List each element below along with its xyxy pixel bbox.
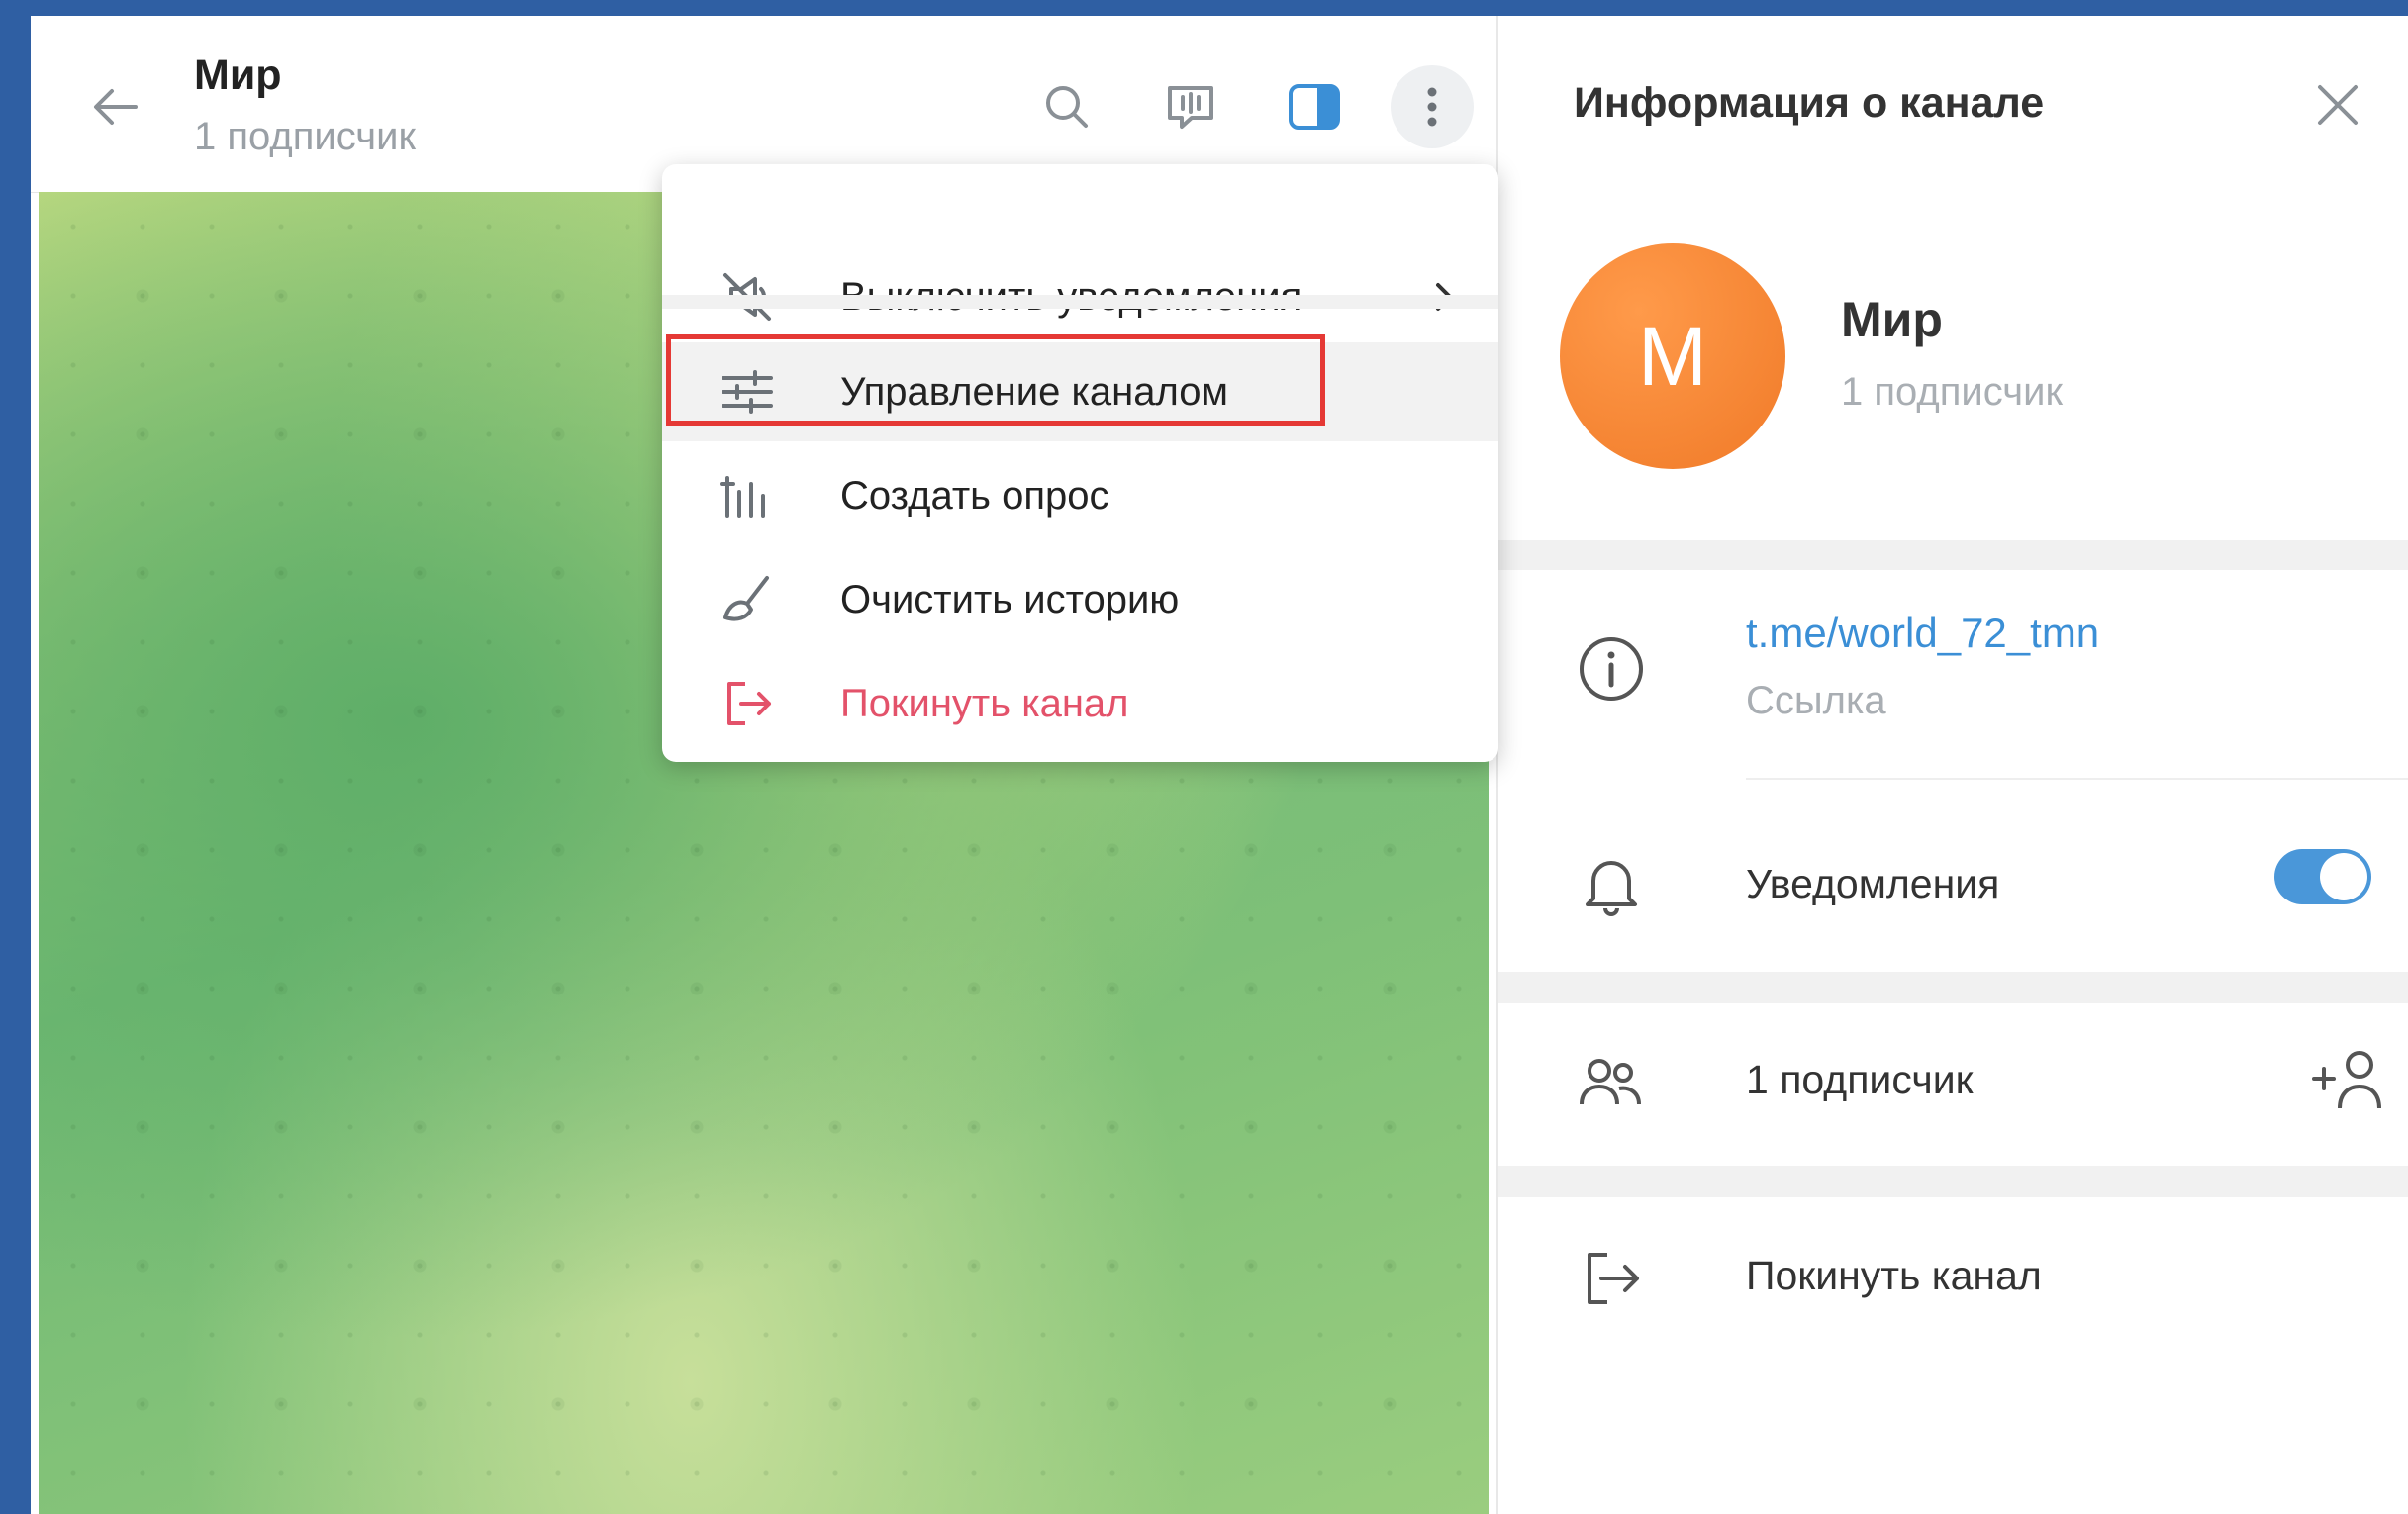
menu-item-create-poll[interactable]: Создать опрос [662,446,1498,545]
chat-title[interactable]: Мир [194,51,282,100]
leave-icon [1574,1241,1649,1316]
channel-name: Мир [1841,292,1943,347]
close-icon[interactable] [2310,77,2365,133]
more-button[interactable] [1391,65,1474,148]
sidebar-toggle-icon [1289,84,1340,130]
divider [1746,778,2408,780]
voice-chat-icon [1168,86,1213,129]
avatar[interactable]: M [1560,243,1785,469]
more-vertical-icon [1427,87,1437,127]
notifications-label: Уведомления [1746,861,2000,906]
link-caption: Ссылка [1746,679,1886,722]
channel-subscribers: 1 подписчик [1841,370,2063,414]
back-arrow-icon[interactable] [86,77,145,137]
poll-icon [718,466,777,525]
leave-icon [718,674,777,733]
notifications-toggle[interactable] [2274,849,2371,904]
channel-info-panel: Информация о канале M Мир 1 подписчик t.… [1496,16,2408,1514]
more-menu: Выключить уведомления Управление каналом… [662,164,1498,762]
menu-item-label: Создать опрос [840,473,1109,518]
info-icon [1574,631,1649,707]
panel-title: Информация о канале [1574,79,2045,127]
menu-item-label: Покинуть канал [840,681,1129,725]
add-member-icon[interactable] [2310,1045,2389,1114]
section-gap [1498,540,2408,570]
channel-link[interactable]: t.me/world_72_tmn [1746,610,2099,657]
highlight-box [666,334,1325,426]
avatar-letter: M [1638,309,1707,403]
search-icon [1046,86,1088,128]
sidebar-toggle-button[interactable] [1273,65,1356,148]
toggle-knob [2320,853,2367,900]
voice-chat-button[interactable] [1149,65,1232,148]
members-label[interactable]: 1 подписчик [1746,1057,1974,1103]
telegram-window: Мир 1 подписчик Выключить уведомления [31,16,2408,1514]
menu-item-clear-history[interactable]: Очистить историю [662,550,1498,649]
menu-item-label: Очистить историю [840,577,1180,621]
section-gap [1498,972,2408,1003]
members-icon [1574,1045,1649,1120]
menu-item-leave-channel[interactable]: Покинуть канал [662,654,1498,753]
broom-icon [718,570,777,629]
menu-separator [662,295,1498,309]
bell-icon [1574,847,1649,922]
section-gap [1498,1166,2408,1197]
chat-subtitle: 1 подписчик [194,115,416,158]
search-button[interactable] [1025,65,1108,148]
leave-channel-button[interactable]: Покинуть канал [1746,1253,2042,1299]
